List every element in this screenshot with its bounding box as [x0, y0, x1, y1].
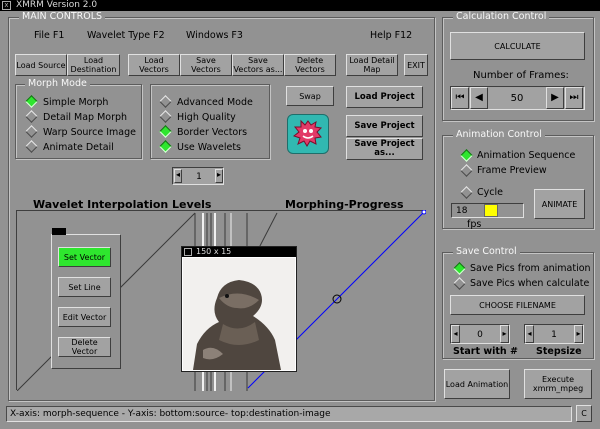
preview-close-icon[interactable] [184, 248, 192, 256]
animate-button[interactable]: ANIMATE [534, 189, 585, 219]
save-from-animation-label: Save Pics from animation [470, 263, 591, 274]
edit-vector-button[interactable]: Edit Vector [58, 307, 111, 327]
save-project-as-button[interactable]: Save Project as... [346, 138, 423, 160]
animate-detail-label: Animate Detail [43, 142, 114, 153]
main-controls-legend: MAIN CONTROLS [19, 12, 106, 22]
menu-wavelet-type[interactable]: Wavelet Type F2 [87, 30, 165, 41]
frames-decrement-button[interactable]: ◀ [470, 87, 488, 109]
fps-label: fps [467, 219, 482, 230]
animation-legend: Animation Control [453, 130, 545, 140]
morph-mode-legend: Morph Mode [25, 79, 90, 89]
window-title: XMRM Version 2.0 [16, 0, 98, 10]
frames-increment-button[interactable]: ▶ [546, 87, 564, 109]
advanced-mode-label: Advanced Mode [177, 97, 253, 108]
choose-filename-button[interactable]: CHOOSE FILENAME [450, 295, 585, 315]
set-vector-button[interactable]: Set Vector [58, 247, 111, 267]
calculation-legend: Calculation Control [453, 12, 550, 22]
status-bar: X-axis: morph-sequence - Y-axis: bottom:… [6, 406, 572, 422]
frames-label: Number of Frames: [473, 70, 569, 81]
execute-xmrm-mpeg-button[interactable]: Execute xmrm_mpeg [524, 369, 592, 399]
frames-value: 50 [510, 93, 524, 104]
delete-vector-button[interactable]: Delete Vector [58, 337, 111, 357]
level-decrement-button[interactable]: ◂ [174, 169, 182, 183]
save-vectors-as-button[interactable]: Save Vectors as... [232, 54, 284, 76]
fps-value: 18 [456, 206, 468, 216]
title-bar: x XMRM Version 2.0 [0, 0, 600, 11]
xmrm-logo-icon [287, 114, 329, 154]
border-vectors-label: Border Vectors [177, 127, 248, 138]
calculate-button[interactable]: CALCULATE [450, 32, 585, 60]
start-value: 0 [477, 330, 483, 340]
exit-button[interactable]: EXIT [404, 54, 428, 76]
status-c-button[interactable]: C [576, 405, 592, 422]
load-detail-map-button[interactable]: Load Detail Map [346, 54, 398, 76]
animation-sequence-label: Animation Sequence [477, 150, 576, 161]
save-legend: Save Control [453, 247, 520, 257]
frames-last-button[interactable]: ⏭ [565, 87, 583, 109]
menu-help[interactable]: Help F12 [370, 30, 412, 41]
level-increment-button[interactable]: ▸ [215, 169, 223, 183]
iguana-image [183, 258, 295, 370]
load-destination-button[interactable]: Load Destination [67, 54, 120, 76]
start-label: Start with # [453, 346, 518, 357]
load-source-button[interactable]: Load Source [15, 54, 67, 76]
load-animation-button[interactable]: Load Animation [444, 369, 510, 399]
preview-title: 150 x 15 [182, 247, 296, 257]
detail-map-morph-label: Detail Map Morph [43, 112, 128, 123]
step-value: 1 [551, 330, 557, 340]
menu-windows[interactable]: Windows F3 [186, 30, 243, 41]
step-increment-button[interactable]: ▸ [574, 325, 583, 343]
fps-slider-knob[interactable] [484, 204, 499, 217]
load-project-button[interactable]: Load Project [346, 86, 423, 108]
swap-button[interactable]: Swap [286, 86, 334, 106]
simple-morph-label: Simple Morph [43, 97, 109, 108]
use-wavelets-label: Use Wavelets [177, 142, 241, 153]
frames-first-button[interactable]: ⏮ [451, 87, 469, 109]
start-decrement-button[interactable]: ◂ [451, 325, 460, 343]
set-line-button[interactable]: Set Line [58, 277, 111, 297]
preview-window[interactable]: 150 x 15 [181, 246, 297, 372]
step-label: Stepsize [536, 346, 582, 357]
load-vectors-button[interactable]: Load Vectors [128, 54, 180, 76]
level-value: 1 [196, 172, 202, 182]
cycle-label: Cycle [477, 187, 503, 198]
menu-file[interactable]: File F1 [34, 30, 64, 41]
save-project-button[interactable]: Save Project [346, 115, 423, 137]
warp-source-image-label: Warp Source Image [43, 127, 136, 138]
delete-vectors-button[interactable]: Delete Vectors [284, 54, 336, 76]
palette-handle[interactable] [52, 228, 66, 235]
high-quality-label: High Quality [177, 112, 236, 123]
progress-end-point[interactable] [421, 210, 426, 215]
step-decrement-button[interactable]: ◂ [525, 325, 534, 343]
frame-preview-label: Frame Preview [477, 165, 547, 176]
save-vectors-button[interactable]: Save Vectors [180, 54, 232, 76]
close-icon[interactable]: x [2, 1, 11, 10]
start-increment-button[interactable]: ▸ [500, 325, 509, 343]
save-when-calculate-label: Save Pics when calculate [470, 278, 590, 289]
